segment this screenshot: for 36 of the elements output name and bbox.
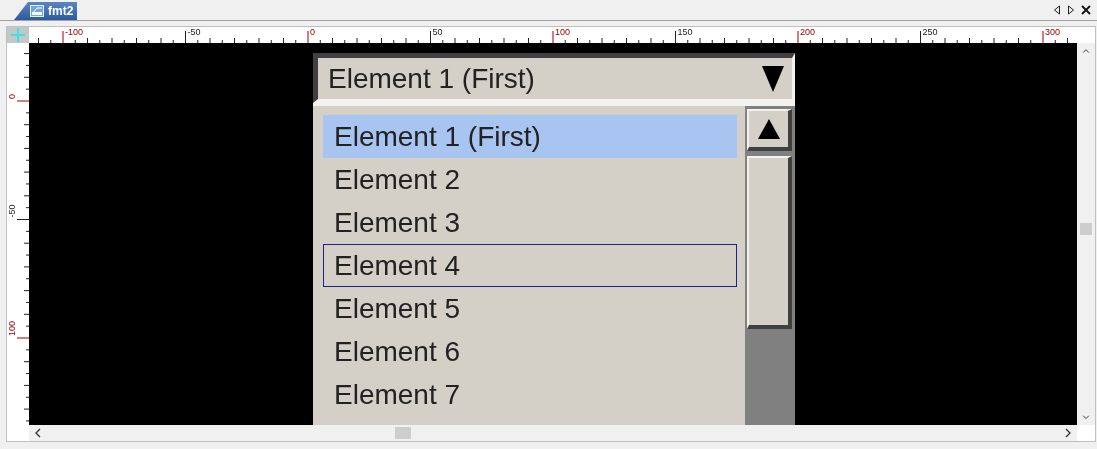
- ruler-label: 300: [1045, 27, 1061, 37]
- chevron-left-icon[interactable]: [35, 428, 41, 438]
- scroll-up-button[interactable]: [747, 109, 792, 151]
- scroll-right-icon[interactable]: [1067, 5, 1075, 15]
- dropdown-arrow-icon[interactable]: [762, 65, 784, 92]
- chevron-up-icon[interactable]: [1081, 49, 1091, 54]
- chevron-down-icon[interactable]: [1081, 414, 1091, 419]
- scroll-thumb[interactable]: [747, 156, 792, 329]
- ruler-label: 50: [432, 27, 443, 37]
- ruler-label: 100: [7, 320, 17, 336]
- ruler-label: 250: [922, 27, 938, 37]
- up-arrow-icon: [757, 119, 780, 139]
- ruler-label: 150: [677, 27, 693, 37]
- list-item[interactable]: Element 7: [323, 373, 737, 416]
- chevron-right-icon[interactable]: [1065, 428, 1071, 438]
- list-item[interactable]: Element 6: [323, 330, 737, 373]
- list-item[interactable]: Element 5: [323, 287, 737, 330]
- ruler-label: -50: [7, 204, 17, 218]
- ruler-label: 0: [7, 94, 17, 99]
- ruler-label: 0: [310, 27, 315, 37]
- scroll-thumb[interactable]: [395, 427, 411, 439]
- scroll-thumb[interactable]: [1080, 223, 1092, 235]
- ruler-label: 200: [800, 27, 816, 37]
- dropdown-field[interactable]: Element 1 (First): [313, 53, 795, 103]
- ruler-label: 100: [555, 27, 571, 37]
- close-icon[interactable]: [1081, 5, 1091, 15]
- ruler-label: -50: [187, 27, 201, 37]
- scroll-left-icon[interactable]: [1053, 5, 1061, 15]
- list-item[interactable]: Element 1 (First): [323, 115, 737, 158]
- list-item[interactable]: Element 4: [323, 244, 737, 287]
- list-item[interactable]: Element 2: [323, 158, 737, 201]
- ruler-label: -100: [65, 27, 83, 37]
- document-tab[interactable]: fmt2: [14, 2, 78, 20]
- crosshair-icon: [11, 28, 25, 42]
- form-icon: [30, 5, 44, 17]
- list-item[interactable]: Element 3: [323, 201, 737, 244]
